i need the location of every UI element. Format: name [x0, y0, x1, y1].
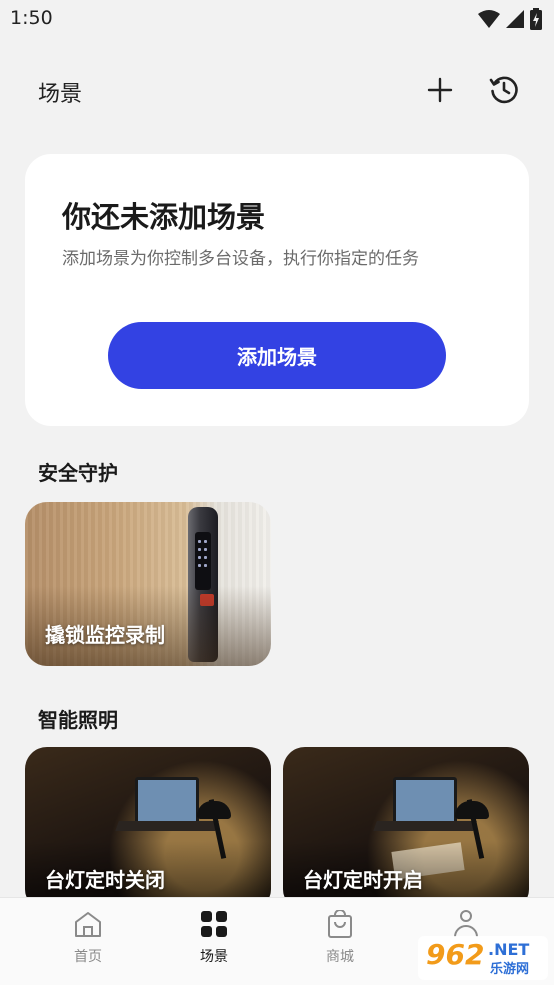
tab-label: 商城	[326, 949, 354, 965]
empty-state-description: 添加场景为你控制多台设备，执行你指定的任务	[62, 249, 419, 269]
scene-card-lamp-off[interactable]: 台灯定时关闭	[25, 747, 271, 911]
tab-home[interactable]: 首页	[48, 910, 128, 966]
home-icon	[75, 912, 101, 937]
wifi-icon	[478, 10, 500, 28]
scene-card-lock-monitor[interactable]: 撬锁监控录制	[25, 502, 271, 666]
battery-icon	[530, 8, 542, 30]
status-bar: 1:50	[0, 0, 554, 38]
tab-mall[interactable]: 商城	[300, 909, 380, 966]
desk-scene-image	[393, 777, 457, 827]
tab-label: 场景	[200, 949, 228, 965]
add-scene-primary-button[interactable]: 添加场景	[108, 322, 446, 389]
status-time: 1:50	[10, 7, 53, 29]
watermark-number: 962	[426, 938, 485, 971]
bag-icon	[328, 909, 352, 938]
site-watermark: 962 .NET 乐游网	[418, 936, 548, 980]
page-title: 场景	[38, 82, 83, 107]
watermark-sub: 乐游网	[490, 962, 530, 977]
history-icon	[489, 76, 518, 104]
plus-icon	[427, 77, 453, 103]
scene-card-label: 撬锁监控录制	[45, 623, 165, 647]
empty-state-title: 你还未添加场景	[62, 200, 266, 234]
person-icon	[454, 910, 478, 938]
empty-state-card: 你还未添加场景 添加场景为你控制多台设备，执行你指定的任务 添加场景	[25, 154, 529, 426]
grid-icon	[201, 911, 227, 937]
scene-card-lamp-on[interactable]: 台灯定时开启	[283, 747, 529, 911]
signal-icon	[506, 10, 524, 28]
history-button[interactable]	[486, 72, 522, 108]
desk-scene-image	[135, 777, 199, 827]
add-scene-button[interactable]	[422, 72, 458, 108]
tab-scene[interactable]: 场景	[174, 910, 254, 966]
section-title-lighting: 智能照明	[38, 708, 118, 732]
tab-label: 首页	[74, 949, 102, 965]
status-icons	[478, 8, 542, 30]
scene-card-label: 台灯定时开启	[303, 868, 423, 892]
watermark-net: .NET	[488, 940, 530, 959]
scene-card-label: 台灯定时关闭	[45, 868, 165, 892]
section-title-security: 安全守护	[38, 461, 118, 485]
